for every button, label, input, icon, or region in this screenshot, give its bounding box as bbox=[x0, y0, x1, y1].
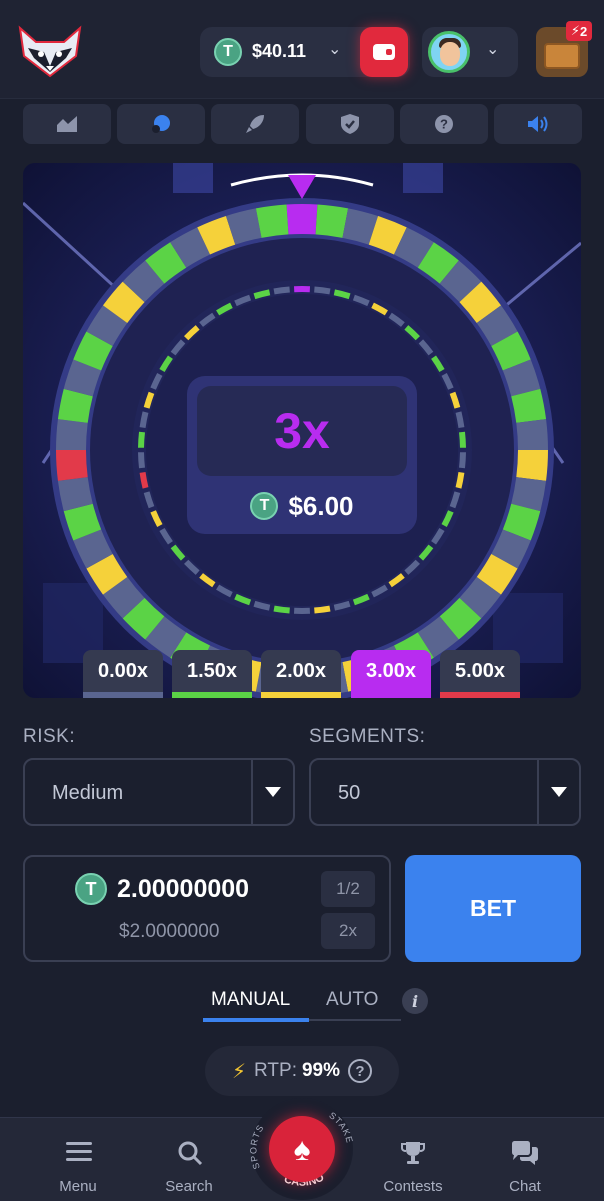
result-panel: 3x T $6.00 bbox=[187, 376, 417, 534]
multiplier-chip[interactable]: 5.00x bbox=[440, 650, 520, 698]
nav-casino[interactable]: SPORTS STAKE CASINO ♠ bbox=[247, 1092, 357, 1200]
tab-manual[interactable]: MANUAL bbox=[211, 989, 290, 1011]
half-bet-button[interactable]: 1/2 bbox=[321, 871, 375, 907]
nav-contests[interactable] bbox=[373, 1140, 453, 1170]
multiplier-chip[interactable]: 2.00x bbox=[261, 650, 341, 698]
trophy-icon bbox=[401, 1142, 425, 1164]
search-icon bbox=[178, 1141, 203, 1166]
tab-active-indicator bbox=[203, 1018, 309, 1022]
question-icon[interactable]: ? bbox=[348, 1059, 372, 1083]
double-bet-button[interactable]: 2x bbox=[321, 913, 375, 949]
nav-menu[interactable] bbox=[39, 1140, 119, 1166]
wallet-icon bbox=[373, 44, 395, 60]
fairness-button[interactable] bbox=[306, 104, 394, 144]
chevron-down-icon: ⌄ bbox=[328, 41, 342, 58]
shield-icon bbox=[341, 114, 359, 134]
nav-search[interactable] bbox=[150, 1140, 230, 1170]
profile-menu[interactable]: ⌄ bbox=[422, 27, 518, 77]
win-amount-row: T $6.00 bbox=[187, 488, 417, 524]
lightning-icon: ⚡ bbox=[231, 1060, 247, 1083]
wheel-segment bbox=[315, 204, 349, 238]
multiplier-chip[interactable]: 1.50x bbox=[172, 650, 252, 698]
rtp-label: RTP: bbox=[254, 1060, 297, 1081]
tether-coin-icon: T bbox=[250, 492, 279, 520]
menu-icon bbox=[66, 1142, 92, 1161]
stats-icon bbox=[57, 116, 77, 132]
segments-label: SEGMENTS: bbox=[309, 726, 426, 747]
top-header: T $40.11 ⌄ ⌄ ⚡ 2 bbox=[0, 0, 604, 99]
balance-amount: $40.11 bbox=[252, 41, 307, 61]
win-amount: $6.00 bbox=[288, 490, 354, 521]
wheel-inner-segment bbox=[293, 286, 311, 293]
wallet-button[interactable] bbox=[360, 27, 408, 77]
rtp-value: 99% bbox=[301, 1060, 340, 1081]
bet-amount-usd: $2.0000000 bbox=[119, 921, 220, 942]
wheel-game-panel: 3x T $6.00 0.00x 1.50x 2.00x 3.00x 5.00x bbox=[23, 163, 581, 698]
sound-icon bbox=[528, 116, 548, 132]
wheel-inner-segment bbox=[293, 607, 311, 614]
wheel-segment bbox=[516, 450, 548, 481]
rewards-chest-button[interactable]: ⚡ 2 bbox=[536, 21, 592, 77]
tether-coin-icon: T bbox=[214, 38, 242, 66]
rocket-button[interactable] bbox=[211, 104, 299, 144]
tab-divider bbox=[309, 1019, 401, 1021]
nav-chat-label: Chat bbox=[509, 1178, 541, 1195]
balance-selector[interactable]: T $40.11 ⌄ bbox=[200, 27, 410, 77]
tab-auto[interactable]: AUTO bbox=[326, 989, 378, 1011]
dropdown-arrow-icon bbox=[537, 760, 579, 824]
bet-amount-input[interactable]: 2.00000000 bbox=[117, 875, 249, 904]
risk-select[interactable]: Medium bbox=[23, 758, 295, 826]
risk-label: RISK: bbox=[23, 726, 76, 747]
nav-menu-label: Menu bbox=[59, 1178, 97, 1195]
rocket-icon bbox=[246, 115, 264, 133]
wheel-inner-segment bbox=[459, 431, 466, 448]
bet-amount-field[interactable]: T 2.00000000 $2.0000000 1/2 2x bbox=[23, 855, 391, 962]
ring-left-text: SPORTS bbox=[248, 1123, 265, 1171]
raccoon-logo-icon[interactable] bbox=[14, 22, 86, 80]
risk-value: Medium bbox=[52, 782, 124, 804]
chevron-down-icon: ⌄ bbox=[486, 41, 500, 58]
theme-icon bbox=[152, 115, 170, 133]
wheel-segment bbox=[286, 204, 318, 235]
wheel-segment bbox=[516, 419, 548, 450]
result-multiplier: 3x bbox=[197, 386, 407, 476]
wheel-segment bbox=[56, 419, 88, 450]
wheel-inner-segment bbox=[459, 452, 466, 469]
theme-button[interactable] bbox=[117, 104, 205, 144]
wheel-inner-segment bbox=[138, 431, 145, 448]
stats-button[interactable] bbox=[23, 104, 111, 144]
svg-text:SPORTS: SPORTS bbox=[248, 1123, 266, 1171]
nav-chat[interactable] bbox=[485, 1140, 565, 1172]
chat-icon bbox=[512, 1141, 538, 1165]
bet-button[interactable]: BET bbox=[405, 855, 581, 962]
help-button[interactable]: ? bbox=[400, 104, 488, 144]
tether-coin-icon: T bbox=[75, 873, 107, 905]
help-icon: ? bbox=[435, 115, 453, 133]
dropdown-arrow-icon bbox=[251, 760, 293, 824]
info-icon[interactable]: i bbox=[402, 988, 428, 1014]
treasure-chest-icon bbox=[544, 43, 580, 69]
nav-search-label: Search bbox=[165, 1178, 213, 1195]
svg-text:?: ? bbox=[440, 117, 448, 132]
multiplier-chip[interactable]: 0.00x bbox=[83, 650, 163, 698]
segments-value: 50 bbox=[338, 782, 361, 804]
nav-contests-label: Contests bbox=[383, 1178, 443, 1195]
wheel-segment bbox=[56, 450, 88, 481]
spade-icon[interactable]: ♠ bbox=[269, 1116, 335, 1182]
pointer-icon bbox=[288, 175, 316, 199]
notification-badge: ⚡ 2 bbox=[566, 21, 592, 41]
sound-button[interactable] bbox=[494, 104, 582, 144]
wheel-segment bbox=[255, 204, 289, 238]
segments-select[interactable]: 50 bbox=[309, 758, 581, 826]
multiplier-chip-active[interactable]: 3.00x bbox=[351, 650, 431, 698]
avatar bbox=[428, 31, 470, 73]
wheel-inner-segment bbox=[138, 452, 145, 469]
rtp-badge: ⚡ RTP: 99% ? bbox=[205, 1046, 399, 1096]
